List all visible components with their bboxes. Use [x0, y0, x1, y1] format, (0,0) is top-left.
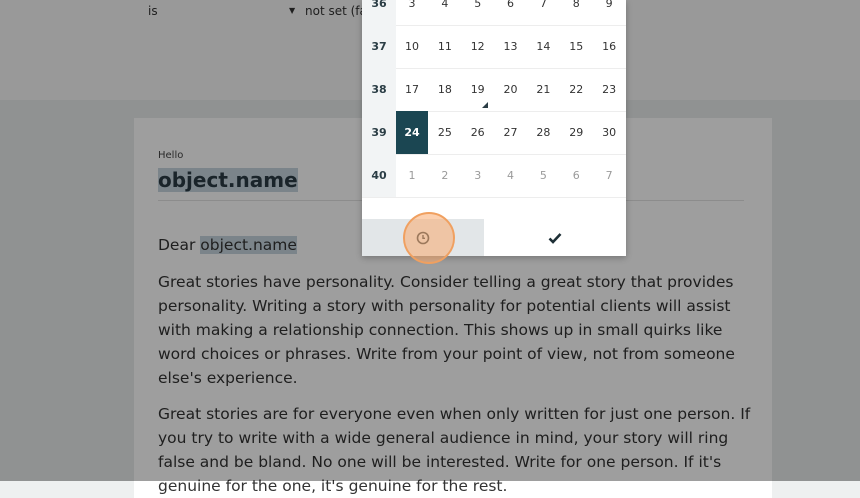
- day-cell[interactable]: 7: [593, 154, 625, 197]
- week-number: 36: [362, 0, 396, 25]
- day-cell[interactable]: 1: [396, 154, 428, 197]
- day-cell[interactable]: 16: [593, 25, 625, 68]
- day-cell[interactable]: 25: [429, 111, 461, 154]
- week-row: 40 1 2 3 4 5 6 7: [362, 154, 626, 198]
- day-cell[interactable]: 11: [429, 25, 461, 68]
- today-marker: [481, 102, 488, 108]
- day-cell[interactable]: 5: [462, 0, 494, 25]
- day-cell[interactable]: 4: [429, 0, 461, 25]
- day-cell[interactable]: 27: [495, 111, 527, 154]
- day-cell[interactable]: 6: [560, 154, 592, 197]
- week-row: 36 3 4 5 6 7 8 9: [362, 0, 626, 26]
- day-cell[interactable]: 13: [495, 25, 527, 68]
- day-cell[interactable]: 8: [560, 0, 592, 25]
- week-row: 38 17 18 19 20 21 22 23: [362, 68, 626, 112]
- day-cell[interactable]: 3: [396, 0, 428, 25]
- day-cell[interactable]: 7: [527, 0, 559, 25]
- day-cell[interactable]: 20: [495, 68, 527, 111]
- week-row: 39 24 25 26 27 28 29 30: [362, 111, 626, 155]
- confirm-button[interactable]: [484, 219, 626, 256]
- date-picker: 36 3 4 5 6 7 8 9 37 10 11 12 13 14 15 16 38 17 18 19 20 21 22 2…: [362, 0, 626, 256]
- day-cell[interactable]: 21: [527, 68, 559, 111]
- week-number: 40: [362, 154, 396, 197]
- day-cell[interactable]: 5: [527, 154, 559, 197]
- day-cell[interactable]: 14: [527, 25, 559, 68]
- day-cell[interactable]: 9: [593, 0, 625, 25]
- day-cell[interactable]: 10: [396, 25, 428, 68]
- day-cell[interactable]: 29: [560, 111, 592, 154]
- week-number: 39: [362, 111, 396, 154]
- day-cell[interactable]: 12: [462, 25, 494, 68]
- week-number: 38: [362, 68, 396, 111]
- day-cell[interactable]: 26: [462, 111, 494, 154]
- day-cell[interactable]: 24: [396, 111, 428, 154]
- day-cell[interactable]: 3: [462, 154, 494, 197]
- day-cell[interactable]: 30: [593, 111, 625, 154]
- day-cell[interactable]: 23: [593, 68, 625, 111]
- click-indicator: [403, 212, 455, 264]
- day-cell[interactable]: 4: [495, 154, 527, 197]
- day-cell[interactable]: 6: [495, 0, 527, 25]
- day-cell[interactable]: 17: [396, 68, 428, 111]
- picker-footer: [362, 219, 626, 256]
- day-cell[interactable]: 19: [462, 68, 494, 111]
- week-number: 37: [362, 25, 396, 68]
- day-cell[interactable]: 15: [560, 25, 592, 68]
- week-row: 37 10 11 12 13 14 15 16: [362, 25, 626, 69]
- day-cell[interactable]: 22: [560, 68, 592, 111]
- day-cell[interactable]: 28: [527, 111, 559, 154]
- day-cell[interactable]: 18: [429, 68, 461, 111]
- day-cell[interactable]: 2: [429, 154, 461, 197]
- checkmark-icon: [548, 232, 562, 244]
